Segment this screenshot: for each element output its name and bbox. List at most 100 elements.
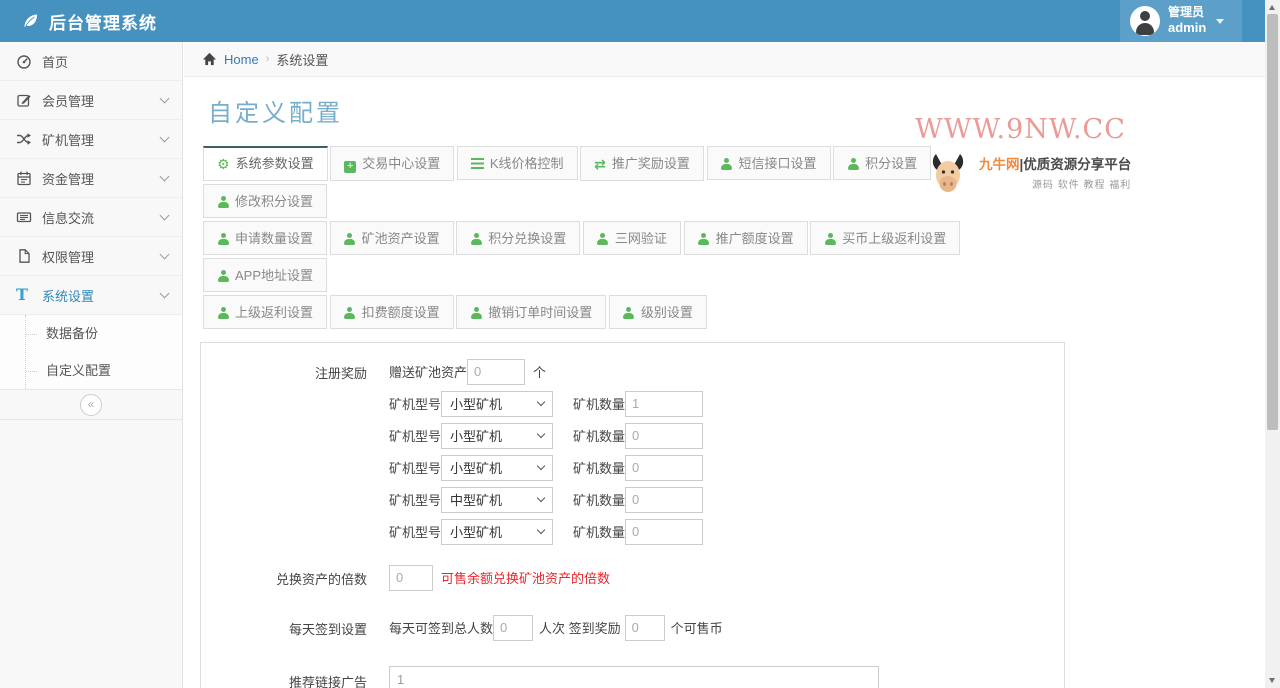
scrollbar-thumb[interactable] xyxy=(1267,14,1278,430)
chevron-down-icon xyxy=(160,249,170,259)
user-avatar-icon xyxy=(1130,6,1160,36)
tab-cancel-order-time[interactable]: 撤销订单时间设置 xyxy=(456,295,606,329)
sidebar-item-funds[interactable]: 资金管理 xyxy=(0,159,182,198)
tab-points[interactable]: 积分设置 xyxy=(833,146,931,180)
caret-down-icon xyxy=(1216,19,1224,24)
miner-count-input[interactable] xyxy=(625,487,703,513)
tab-system-params[interactable]: ⚙系统参数设置 xyxy=(203,146,328,181)
signin-reward-input[interactable] xyxy=(625,615,665,641)
scroll-up-icon[interactable] xyxy=(1269,5,1275,10)
tab-trade-center[interactable]: +交易中心设置 xyxy=(330,146,454,181)
pencil-square-icon xyxy=(16,92,42,108)
miner-model-select[interactable]: 小型矿机 xyxy=(441,423,553,449)
miner-model-select[interactable]: 中型矿机 xyxy=(441,487,553,513)
sidebar-item-system-settings[interactable]: T 系统设置 xyxy=(0,276,182,315)
tab-edit-points[interactable]: 修改积分设置 xyxy=(203,184,327,218)
plus-square-icon: + xyxy=(344,161,356,173)
miner-count-label: 矿机数量 xyxy=(573,394,625,413)
exchange-multiple-input[interactable] xyxy=(389,565,433,591)
field-label: 注册奖励 xyxy=(201,357,389,382)
submenu-item-custom-config[interactable]: 自定义配置 xyxy=(0,352,182,389)
miner-model-label: 矿机型号 xyxy=(389,394,441,413)
vertical-scrollbar[interactable] xyxy=(1265,0,1280,688)
tab-level-settings[interactable]: 级别设置 xyxy=(609,295,707,329)
user-icon xyxy=(623,307,635,319)
tab-promo-quota[interactable]: 推广额度设置 xyxy=(684,221,808,255)
referral-ad-textarea[interactable]: 1 xyxy=(389,666,879,688)
settings-tabs: ⚙系统参数设置 +交易中心设置 K线价格控制 ⇄推广奖励设置 短信接口设置 积分… xyxy=(203,146,1053,332)
sidebar-item-label: 首页 xyxy=(42,52,168,71)
miner-model-label: 矿机型号 xyxy=(389,522,441,541)
tab-buy-rebate[interactable]: 买币上级返利设置 xyxy=(810,221,960,255)
breadcrumb: Home › 系统设置 xyxy=(184,42,1265,77)
sidebar-item-label: 信息交流 xyxy=(42,208,161,227)
miner-count-label: 矿机数量 xyxy=(573,426,625,445)
scroll-down-icon[interactable] xyxy=(1269,678,1275,683)
user-menu[interactable]: 管理员 admin xyxy=(1120,0,1242,42)
sidebar-item-members[interactable]: 会员管理 xyxy=(0,81,182,120)
miner-model-select[interactable]: 小型矿机 xyxy=(441,455,553,481)
text-icon: T xyxy=(16,287,42,303)
main-content: Home › 系统设置 自定义配置 ⚙系统参数设置 +交易中心设置 K线价格控制… xyxy=(184,42,1265,688)
dashboard-icon xyxy=(16,53,42,69)
user-icon xyxy=(698,233,710,245)
gift-asset-label: 赠送矿池资产 xyxy=(389,362,467,381)
home-icon xyxy=(202,52,217,66)
miner-count-input[interactable] xyxy=(625,519,703,545)
chevron-down-icon xyxy=(160,93,170,103)
newspaper-icon xyxy=(16,209,42,225)
list-icon xyxy=(471,158,484,169)
sidebar-item-home[interactable]: 首页 xyxy=(0,42,182,81)
tab-pool-assets[interactable]: 矿池资产设置 xyxy=(330,221,454,255)
app-brand: 后台管理系统 xyxy=(20,0,157,42)
user-icon xyxy=(824,233,836,245)
miner-count-label: 矿机数量 xyxy=(573,458,625,477)
miner-count-input[interactable] xyxy=(625,391,703,417)
sidebar: 首页 会员管理 矿机管理 资金管理 信息交流 权限管理 T xyxy=(0,42,183,688)
tab-fee-quota[interactable]: 扣费额度设置 xyxy=(330,295,454,329)
tab-points-exchange[interactable]: 积分兑换设置 xyxy=(456,221,580,255)
sidebar-item-miners[interactable]: 矿机管理 xyxy=(0,120,182,159)
miner-count-input[interactable] xyxy=(625,455,703,481)
field-label: 每天签到设置 xyxy=(201,613,389,638)
tab-sms-api[interactable]: 短信接口设置 xyxy=(707,146,831,180)
user-icon xyxy=(470,233,482,245)
sidebar-item-messages[interactable]: 信息交流 xyxy=(0,198,182,237)
gift-asset-input[interactable] xyxy=(467,359,525,385)
miner-count-label: 矿机数量 xyxy=(573,490,625,509)
user-role: 管理员 xyxy=(1168,5,1206,20)
user-icon xyxy=(217,270,229,282)
signin-middle: 人次 签到奖励 xyxy=(539,618,621,637)
sidebar-item-label: 资金管理 xyxy=(42,169,161,188)
exchange-multiple-row: 兑换资产的倍数 可售余额兑换矿池资产的倍数 xyxy=(201,563,1064,595)
signin-prefix: 每天可签到总人数 xyxy=(389,618,493,637)
tab-kline-price[interactable]: K线价格控制 xyxy=(457,146,578,180)
miner-model-select[interactable]: 小型矿机 xyxy=(441,519,553,545)
user-icon xyxy=(344,233,356,245)
tab-apply-quantity[interactable]: 申请数量设置 xyxy=(203,221,327,255)
miner-count-input[interactable] xyxy=(625,423,703,449)
submenu-item-data-backup[interactable]: 数据备份 xyxy=(0,315,182,352)
tab-triple-verify[interactable]: 三网验证 xyxy=(583,221,681,255)
chevron-down-icon xyxy=(160,210,170,220)
sidebar-collapse-button[interactable]: « xyxy=(80,394,102,416)
field-label: 兑换资产的倍数 xyxy=(201,563,389,588)
breadcrumb-home-link[interactable]: Home xyxy=(224,52,259,67)
tab-promo-reward[interactable]: ⇄推广奖励设置 xyxy=(580,146,704,181)
miner-model-label: 矿机型号 xyxy=(389,490,441,509)
user-icon xyxy=(721,158,733,170)
file-icon xyxy=(16,248,42,264)
leaf-icon xyxy=(20,11,40,31)
sidebar-item-permissions[interactable]: 权限管理 xyxy=(0,237,182,276)
miner-model-select[interactable]: 小型矿机 xyxy=(441,391,553,417)
tab-upline-rebate[interactable]: 上级返利设置 xyxy=(203,295,327,329)
user-icon xyxy=(847,158,859,170)
signin-suffix: 个可售币 xyxy=(671,618,723,637)
tab-app-url[interactable]: APP地址设置 xyxy=(203,258,327,292)
gears-icon: ⚙ xyxy=(217,156,230,172)
user-icon xyxy=(217,307,229,319)
signin-max-input[interactable] xyxy=(493,615,533,641)
chevron-down-icon xyxy=(537,430,545,438)
field-label: 推荐链接广告 xyxy=(201,666,389,688)
breadcrumb-current: 系统设置 xyxy=(276,50,328,69)
